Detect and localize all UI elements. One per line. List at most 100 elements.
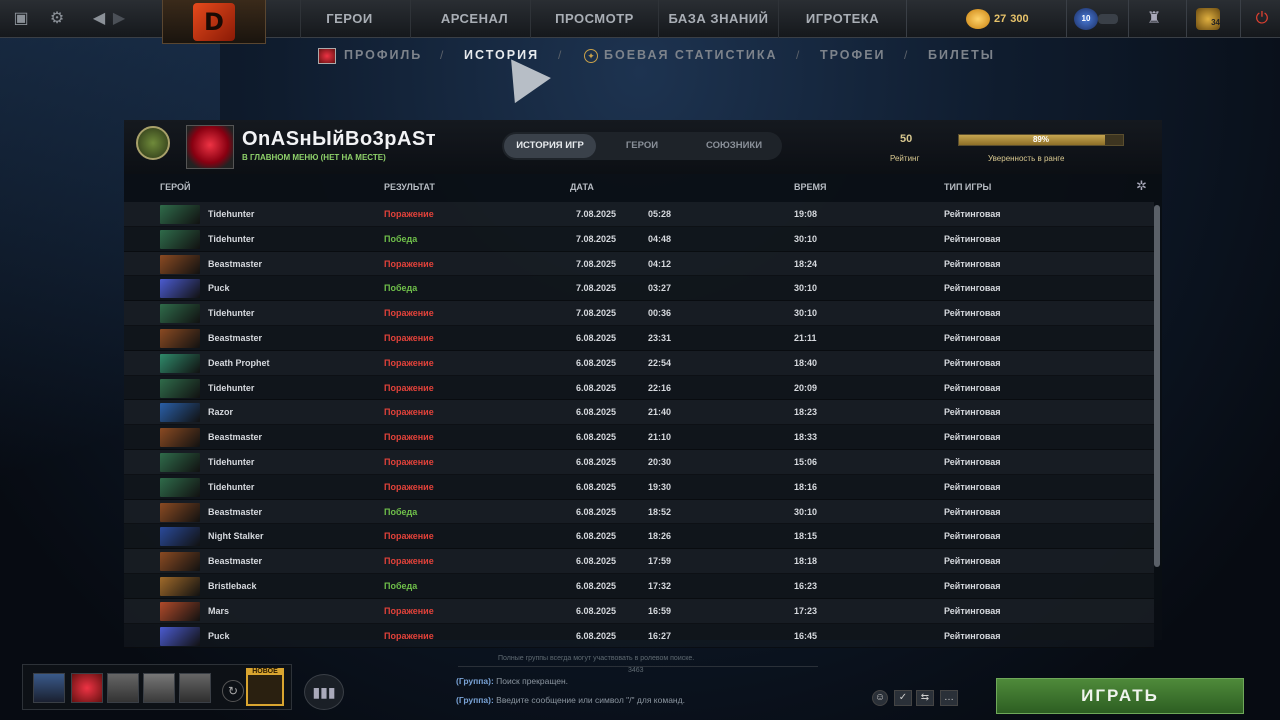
match-result: Поражение	[384, 332, 434, 343]
subnav-tickets[interactable]: БИЛЕТЫ	[928, 48, 995, 62]
table-row[interactable]: Beastmaster Поражение 6.08.2025 17:59 18:18 Р…	[124, 549, 1154, 574]
shards-display[interactable]: 27 300	[966, 6, 1029, 32]
table-row[interactable]: Tidehunter Поражение 7.08.2025 00:36 30:10 Ре…	[124, 301, 1154, 326]
new-item-badge[interactable]: НОВОЕ	[246, 668, 284, 706]
table-row[interactable]: Tidehunter Поражение 6.08.2025 19:30 18:16 Ре…	[124, 474, 1154, 500]
nav-heroes[interactable]: ГЕРОИ	[300, 0, 398, 38]
party-group-button[interactable]: ▮▮▮	[304, 674, 344, 710]
tab-match-history[interactable]: ИСТОРИЯ ИГР	[504, 134, 596, 158]
refresh-icon[interactable]: ↻	[222, 680, 244, 702]
checkmark-icon[interactable]: ✓	[894, 690, 912, 706]
table-row[interactable]: Beastmaster Победа 6.08.2025 18:52 30:10 Рейт…	[124, 499, 1154, 525]
match-time: 19:30	[648, 481, 672, 492]
match-duration: 18:40	[794, 357, 818, 368]
game-type: Рейтинговая	[944, 308, 1001, 319]
match-date: 6.08.2025	[576, 580, 617, 591]
nav-watch[interactable]: ПРОСМОТР	[530, 0, 658, 38]
match-result: Поражение	[384, 209, 434, 219]
hero-portrait	[160, 254, 200, 274]
game-type: Рейтинговая	[944, 506, 1001, 517]
match-date: 6.08.2025	[576, 556, 617, 567]
nav-arsenal[interactable]: АРСЕНАЛ	[410, 0, 538, 38]
match-time: 23:31	[648, 332, 672, 343]
hero-name: Tidehunter	[208, 481, 255, 492]
forward-arrow-icon[interactable]: ▶	[108, 8, 130, 30]
power-icon[interactable]: ⏻	[1250, 8, 1274, 30]
table-row[interactable]: Puck Поражение 6.08.2025 16:27 16:45 Рейтинго…	[124, 623, 1154, 649]
table-row[interactable]: Death Prophet Поражение 6.08.2025 22:54 18:4…	[124, 350, 1154, 376]
gear-icon[interactable]: ⚙	[46, 8, 68, 30]
dota-logo-button[interactable]: D	[162, 0, 266, 44]
game-type: Рейтинговая	[944, 283, 1001, 294]
tab-heroes[interactable]: ГЕРОИ	[596, 134, 688, 158]
chat-line-1: (Группа): Поиск прекращен.	[456, 676, 568, 686]
mail-icon[interactable]	[1098, 14, 1118, 24]
hero-name: Night Stalker	[208, 531, 264, 542]
play-button[interactable]: ИГРАТЬ	[996, 678, 1244, 714]
party-slot-4[interactable]	[143, 673, 175, 703]
hero-name: Tidehunter	[208, 382, 255, 393]
back-arrow-icon[interactable]: ◀	[88, 8, 110, 30]
header-game-type[interactable]: ТИП ИГРЫ	[944, 182, 991, 192]
match-duration: 19:08	[794, 209, 818, 219]
chat-settings-icon[interactable]: ⇆	[916, 690, 934, 706]
table-row[interactable]: Tidehunter Поражение 6.08.2025 20:30 15:06 Ре…	[124, 449, 1154, 475]
avatar[interactable]	[186, 125, 234, 169]
table-row[interactable]: Tidehunter Поражение 6.08.2025 22:16 20:09 Ре…	[124, 375, 1154, 401]
match-time: 22:54	[648, 357, 672, 368]
table-row[interactable]: Night Stalker Поражение 6.08.2025 18:26 18:1…	[124, 524, 1154, 550]
match-time: 16:27	[648, 630, 672, 641]
battle-level-badge[interactable]: 34	[1196, 8, 1220, 30]
party-slot-5[interactable]	[179, 673, 211, 703]
table-row[interactable]: Tidehunter Победа 7.08.2025 04:48 30:10 Рейти…	[124, 226, 1154, 252]
match-date: 6.08.2025	[576, 456, 617, 467]
hero-name: Beastmaster	[208, 556, 263, 567]
table-row[interactable]: Beastmaster Поражение 6.08.2025 23:31 21:11 Р…	[124, 325, 1154, 351]
party-slot-2[interactable]	[71, 673, 103, 703]
more-icon[interactable]: …	[940, 690, 958, 706]
game-type: Рейтинговая	[944, 258, 1001, 269]
table-row[interactable]: Puck Победа 7.08.2025 03:27 30:10 Рейтинговая	[124, 276, 1154, 302]
subnav-battle-stats[interactable]: БОЕВАЯ СТАТИСТИКА	[604, 48, 778, 62]
game-type: Рейтинговая	[944, 382, 1001, 393]
party-slot-3[interactable]	[107, 673, 139, 703]
tab-allies[interactable]: СОЮЗНИКИ	[688, 134, 780, 158]
header-date[interactable]: ДАТА	[570, 182, 594, 192]
notifications-icon[interactable]: 10	[1074, 8, 1098, 30]
match-duration: 16:45	[794, 630, 818, 641]
table-row[interactable]: Bristleback Победа 6.08.2025 17:32 16:23 Рейт…	[124, 573, 1154, 599]
table-row[interactable]: Beastmaster Поражение 7.08.2025 04:12 18:24 Р…	[124, 251, 1154, 277]
header-hero[interactable]: ГЕРОЙ	[160, 182, 190, 192]
subnav-profile[interactable]: ПРОФИЛЬ	[344, 48, 422, 62]
table-row[interactable]: Tidehunter Поражение 7.08.2025 05:28 19:08 Ре…	[124, 202, 1154, 227]
profile-avatar-icon	[318, 48, 336, 64]
armory-icon[interactable]: ♜	[1142, 8, 1166, 30]
match-time: 18:26	[648, 531, 672, 542]
table-settings-icon[interactable]: ✲	[1136, 178, 1147, 194]
hero-name: Mars	[208, 605, 230, 616]
player-name: OnASнЫйВо3рASт	[242, 128, 437, 150]
hero-portrait	[160, 601, 200, 621]
match-time: 21:10	[648, 432, 672, 443]
nav-knowledge-base[interactable]: БАЗА ЗНАНИЙ	[658, 0, 778, 38]
subnav-trophies[interactable]: ТРОФЕИ	[820, 48, 886, 62]
game-type: Рейтинговая	[944, 580, 1001, 591]
game-type: Рейтинговая	[944, 531, 1001, 542]
dashboard-icon[interactable]: ▣	[10, 8, 32, 30]
match-duration: 16:23	[794, 580, 818, 591]
scrollbar[interactable]	[1154, 205, 1160, 567]
header-duration[interactable]: ВРЕМЯ	[794, 182, 826, 192]
match-result: Поражение	[384, 456, 434, 467]
party-slot-1[interactable]	[33, 673, 65, 703]
table-row[interactable]: Mars Поражение 6.08.2025 16:59 17:23 Рейтинго…	[124, 598, 1154, 624]
table-row[interactable]: Beastmaster Поражение 6.08.2025 21:10 18:33 Р…	[124, 425, 1154, 450]
match-result: Поражение	[384, 357, 434, 368]
table-row[interactable]: Razor Поражение 6.08.2025 21:40 18:23 Рейтинг…	[124, 400, 1154, 426]
hero-portrait	[160, 353, 200, 373]
chat-input[interactable]: (Группа): Введите сообщение или символ "…	[456, 695, 685, 705]
nav-arcade[interactable]: ИГРОТЕКА	[778, 0, 906, 38]
match-date: 6.08.2025	[576, 630, 617, 641]
header-result[interactable]: РЕЗУЛЬТАТ	[384, 182, 435, 192]
match-duration: 18:16	[794, 481, 818, 492]
emoji-icon[interactable]: ☺	[872, 690, 888, 706]
